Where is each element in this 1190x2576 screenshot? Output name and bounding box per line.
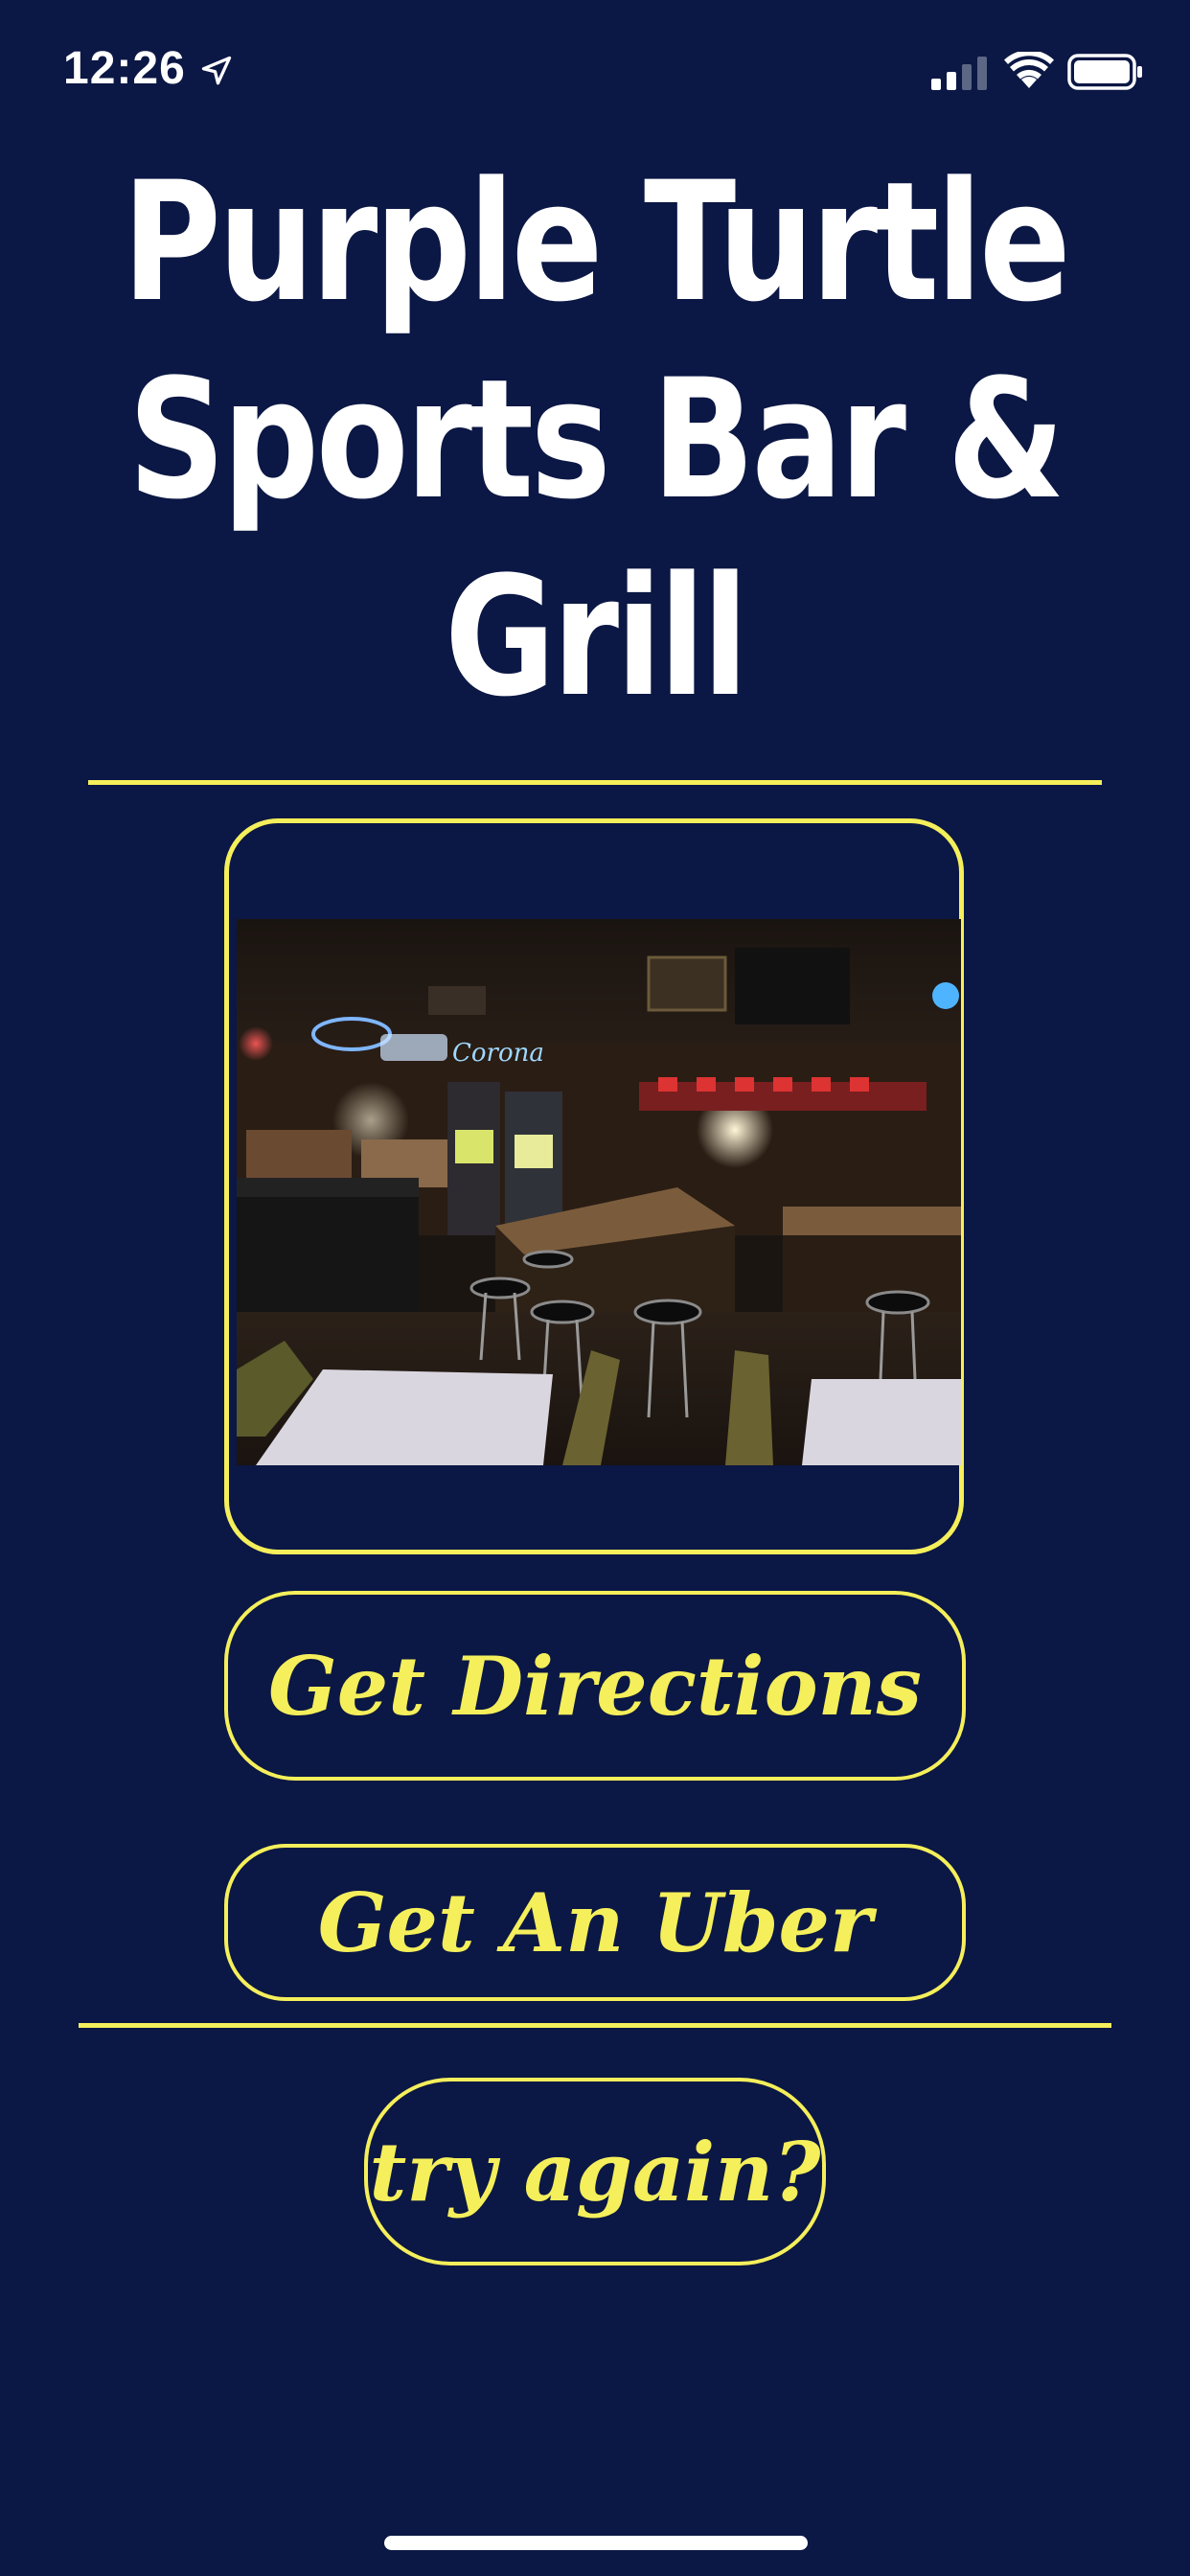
cellular-signal-icon [931, 57, 987, 90]
get-directions-button[interactable]: Get Directions [224, 1591, 966, 1781]
bar-interior-image: Corona [237, 919, 961, 1465]
title-line: Purple Turtle [122, 146, 1071, 338]
battery-icon [1067, 54, 1142, 90]
status-bar: 12:26 [0, 0, 1190, 144]
location-arrow-icon [201, 56, 232, 85]
bar-interior-photo: Corona [237, 919, 961, 1465]
title-line: Grill [445, 540, 748, 733]
page-title: Purple Turtle Sports Bar & Grill [107, 144, 1083, 736]
top-divider [88, 780, 1102, 785]
bottom-divider [79, 2023, 1111, 2028]
status-time: 12:26 [63, 43, 186, 94]
try-again-button[interactable]: try again? [364, 2078, 826, 2266]
title-line: Sports Bar & [127, 343, 1065, 536]
wifi-icon [1004, 52, 1054, 88]
neon-sign-text: Corona [452, 1039, 544, 1068]
get-uber-button[interactable]: Get An Uber [224, 1844, 966, 2001]
photo-frame: Corona [224, 818, 964, 1554]
home-indicator[interactable] [384, 2536, 808, 2550]
